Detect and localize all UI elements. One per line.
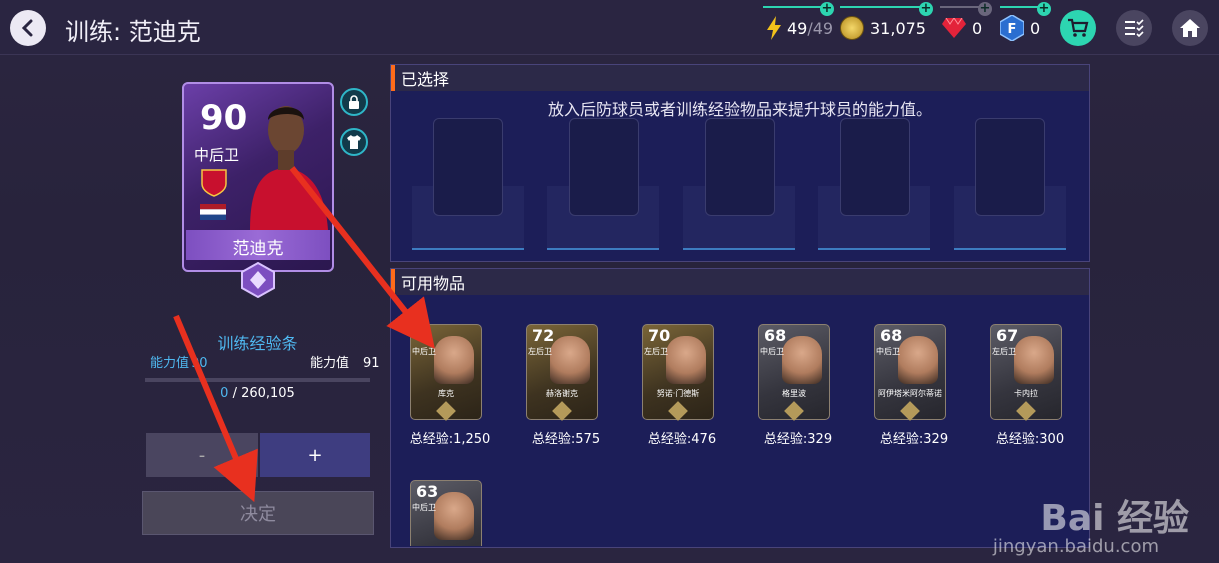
baidu-watermark-url: jingyan.baidu.com (992, 536, 1159, 557)
item-player-portrait (550, 336, 590, 384)
fifa-points-counter: F 0 (1000, 10, 1040, 46)
item-name: 卡内拉 (1014, 389, 1038, 398)
next-ability: 能力值 91 (310, 352, 380, 371)
item-position: 中后卫 (760, 347, 784, 356)
task-list-button[interactable] (1116, 10, 1152, 46)
available-item-card[interactable]: 63 中后卫 (410, 480, 520, 546)
add-energy-button[interactable]: + (820, 2, 834, 16)
home-icon (1180, 19, 1200, 37)
item-rating: 72 (532, 326, 555, 345)
lock-icon (349, 95, 359, 109)
svg-text:F: F (1008, 22, 1017, 37)
fifa-points-icon: F (1000, 15, 1024, 41)
increase-button[interactable]: + (260, 433, 370, 477)
item-name: 格里波 (782, 389, 806, 398)
empty-card-slot[interactable] (569, 118, 639, 216)
empty-card-slot[interactable] (433, 118, 503, 216)
club-crest-icon (201, 169, 227, 197)
lock-button[interactable] (340, 88, 368, 116)
item-total-exp: 总经验:300 (995, 432, 1065, 447)
gems-counter: 0 (942, 10, 982, 46)
item-total-exp: 总经验:329 (763, 432, 833, 447)
next-ability-value: 91 (363, 356, 380, 371)
divider (940, 6, 980, 8)
card-tier-badge-icon (241, 262, 275, 298)
chevron-left-icon (21, 19, 33, 37)
back-button[interactable] (10, 10, 46, 46)
add-gems-button[interactable]: + (978, 2, 992, 16)
item-name: 努诺·门德斯 (656, 389, 700, 398)
empty-card-slot[interactable] (705, 118, 775, 216)
empty-card-slot[interactable] (975, 118, 1045, 216)
coins-counter: 31,075 (840, 10, 926, 46)
lightning-icon (767, 16, 781, 40)
player-position: 中后卫 (194, 146, 240, 164)
confirm-button[interactable]: 决定 (142, 491, 374, 535)
item-rating: 68 (880, 326, 903, 345)
xp-bar-title: 训练经验条 (217, 334, 298, 353)
item-position: 中后卫 (412, 503, 436, 512)
current-ability-label: 能力值 (150, 356, 190, 371)
item-total-exp: 总经验:329 (879, 432, 949, 447)
item-player-portrait (434, 492, 474, 540)
current-ability: 能力值 90 (150, 352, 208, 371)
energy-max: /49 (807, 18, 834, 38)
baidu-watermark-logo: Bai 经验 (1040, 498, 1189, 539)
empty-card-slot[interactable] (840, 118, 910, 216)
current-ability-value: 90 (191, 356, 208, 371)
available-panel-title: 可用物品 (391, 269, 1089, 295)
item-rating: 63 (416, 482, 439, 501)
item-name: 库克 (438, 389, 454, 398)
item-position: 左后卫 (992, 347, 1016, 356)
item-player-portrait (898, 336, 938, 384)
item-position: 中后卫 (412, 347, 436, 356)
next-ability-label: 能力值 (310, 356, 350, 371)
energy-value: 49 (787, 18, 808, 38)
fifa-points-value: 0 (1030, 18, 1041, 38)
item-total-exp: 总经验:476 (647, 432, 717, 447)
xp-count: 0 / 260,105 (145, 386, 370, 401)
page-title: 训练: 范迪克 (65, 18, 201, 46)
gems-value: 0 (972, 18, 983, 38)
item-player-portrait (1014, 336, 1054, 384)
item-name: 赫洛谢克 (546, 389, 578, 398)
item-name: 阿伊塔米阿尔蒂诺 (878, 389, 942, 398)
item-rating: 67 (996, 326, 1019, 345)
xp-progress-bar (145, 378, 370, 382)
selected-hint: 放入后防球员或者训练经验物品来提升球员的能力值。 (547, 100, 932, 119)
player-name: 范迪克 (232, 239, 284, 259)
netherlands-flag-icon (200, 204, 226, 220)
item-rating: 70 (648, 326, 671, 345)
store-button[interactable] (1060, 10, 1096, 46)
shirt-icon (347, 135, 361, 149)
kit-button[interactable] (340, 128, 368, 156)
cart-icon (1068, 18, 1089, 37)
divider (840, 6, 924, 8)
home-button[interactable] (1172, 10, 1208, 46)
divider (1000, 6, 1040, 8)
checklist-icon (1125, 19, 1144, 38)
coin-icon (840, 16, 864, 40)
divider (763, 6, 825, 8)
item-player-portrait (782, 336, 822, 384)
add-fifa-points-button[interactable]: + (1037, 2, 1051, 16)
gem-icon (942, 18, 966, 38)
xp-current: 0 (220, 386, 229, 401)
item-rating: 68 (764, 326, 787, 345)
item-total-exp: 总经验:575 (531, 432, 601, 447)
selected-panel-title: 已选择 (391, 65, 1089, 91)
add-coins-button[interactable]: + (919, 2, 933, 16)
item-total-exp: 总经验:1,250 (409, 432, 491, 447)
item-player-portrait (434, 336, 474, 384)
player-portrait (250, 106, 328, 230)
decrease-button[interactable]: - (146, 433, 258, 477)
item-position: 左后卫 (528, 347, 552, 356)
coins-value: 31,075 (870, 18, 926, 38)
item-position: 左后卫 (644, 347, 668, 356)
xp-total: / 260,105 (232, 386, 295, 401)
item-player-portrait (666, 336, 706, 384)
item-position: 中后卫 (876, 347, 900, 356)
